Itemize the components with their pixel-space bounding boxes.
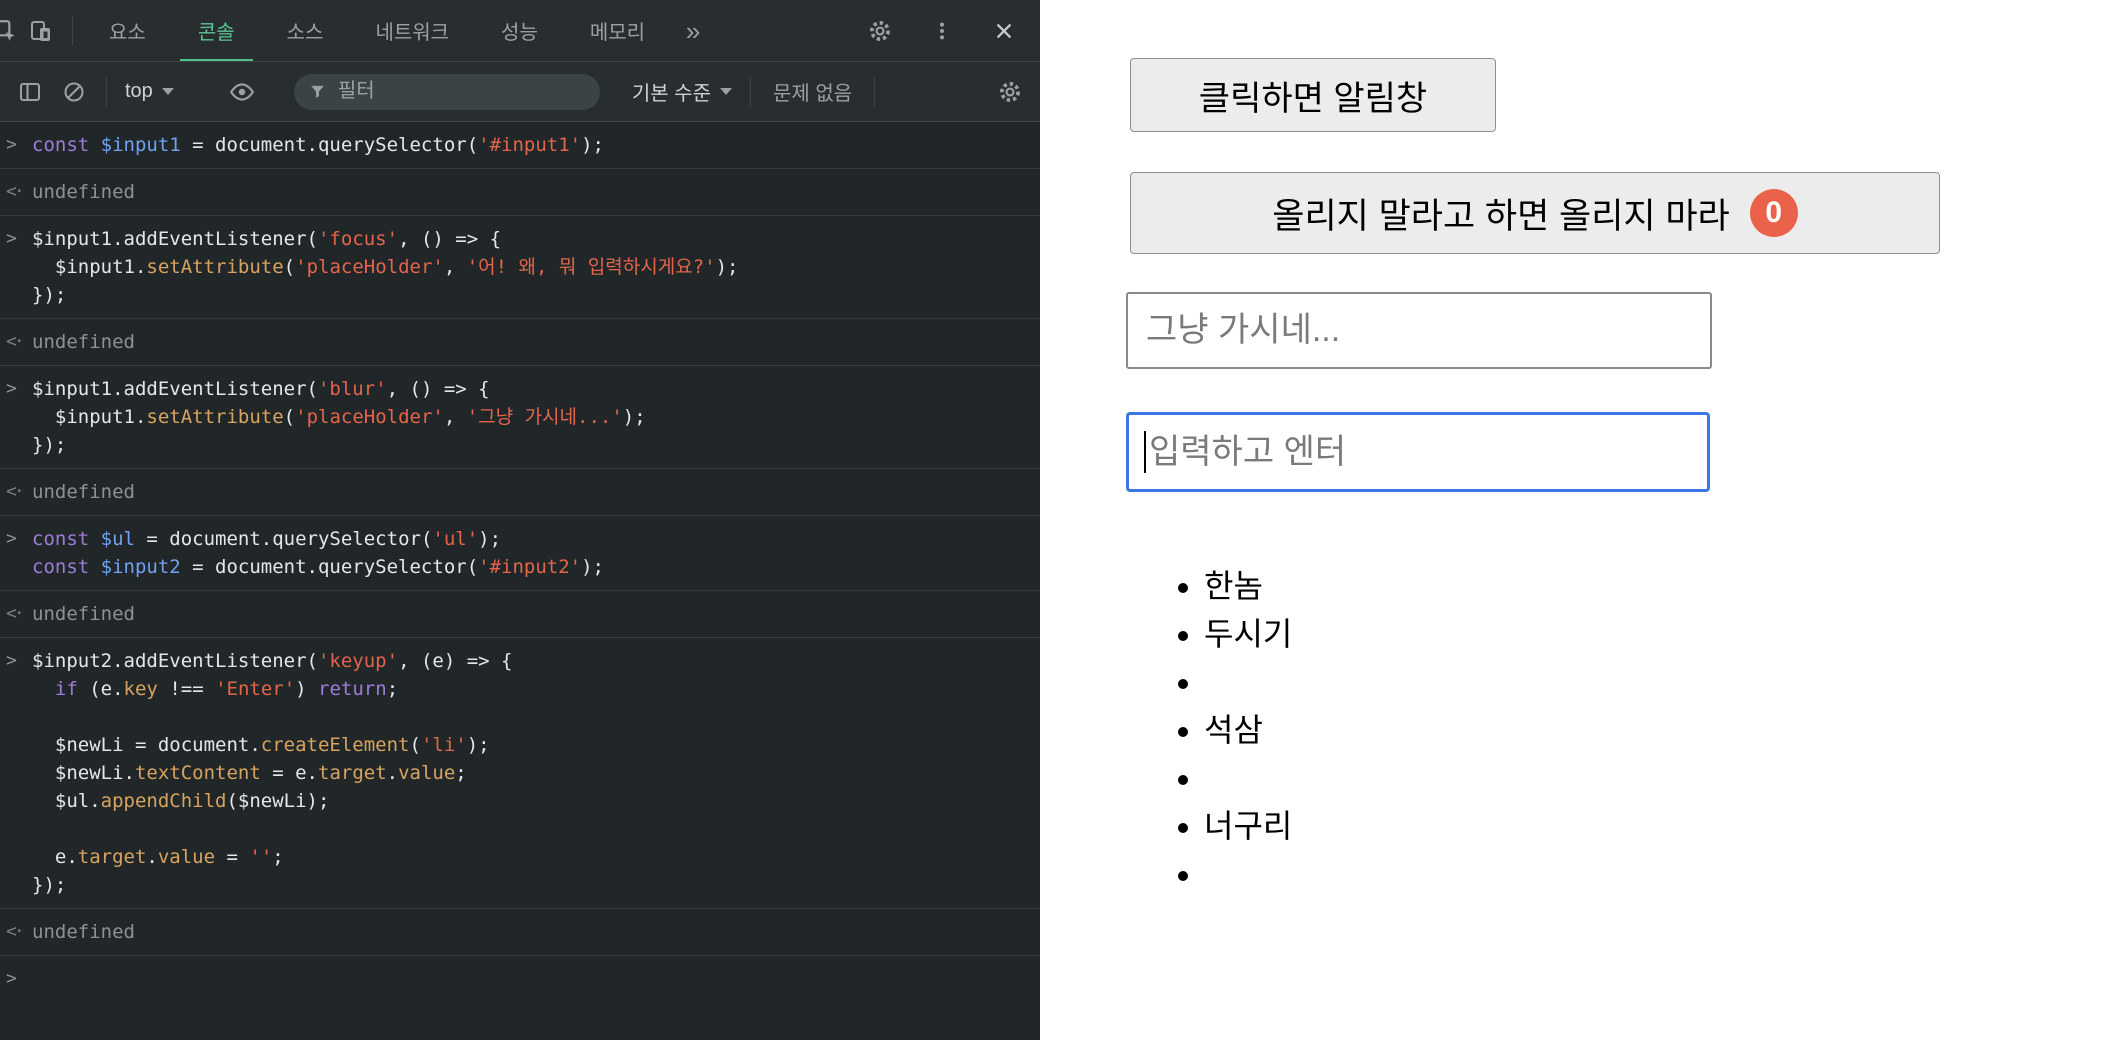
tab-sources[interactable]: 소스 [261,0,350,61]
result-marker-icon: <· [6,603,25,624]
prompt-marker-icon: > [6,134,17,155]
tab-memory[interactable]: 메모리 [564,0,671,61]
context-selector[interactable]: top [117,80,182,103]
log-levels-dropdown[interactable]: 기본 수준 [624,77,740,106]
input2-wrapper [1126,412,1710,492]
input1-field[interactable] [1126,292,1712,369]
list-item: 너구리 [1204,802,1292,850]
device-toolbar-icon[interactable] [18,9,62,53]
prompt-marker-icon: > [6,378,17,399]
todo-list: 한놈두시기석삼너구리 [1158,562,1292,898]
devtools-tabbar: 요소 콘솔 소스 네트워크 성능 메모리 » [0,0,1040,62]
prompt-marker-icon: > [6,528,17,549]
tab-console[interactable]: 콘솔 [172,0,261,61]
tab-network[interactable]: 네트워크 [349,0,475,61]
devtools-tab-strip: 요소 콘솔 소스 네트워크 성능 메모리 [83,0,671,61]
console-entry-result: <· undefined [0,319,1040,366]
list-item: 한놈 [1204,562,1292,610]
console-sidebar-icon[interactable] [8,70,52,114]
text-caret [1144,431,1146,473]
console-entry-prompt[interactable]: > [0,956,1040,1002]
console-entry-input: > const $ul = document.querySelector('ul'… [0,516,1040,591]
funnel-icon [310,85,324,98]
counter-button-label: 올리지 말라고 하면 올리지 마라 [1272,196,1730,236]
inspect-element-icon[interactable] [0,9,18,53]
prompt-marker-icon: > [6,228,17,249]
tab-elements[interactable]: 요소 [83,0,172,61]
issues-status: 문제 없음 [772,83,853,105]
list-item [1204,850,1292,898]
divider [106,76,107,107]
result-marker-icon: <· [6,181,25,202]
divider [749,76,751,107]
console-entry-input: > $input1.addEventListener('blur', () => … [0,366,1040,469]
clear-console-icon[interactable] [52,70,96,114]
more-options-icon[interactable] [920,9,964,53]
screen: 요소 콘솔 소스 네트워크 성능 메모리 » top 필터 기본 수준 문제 없… [0,0,2120,1040]
list-item: 두시기 [1204,610,1292,658]
devtools-panel: 요소 콘솔 소스 네트워크 성능 메모리 » top 필터 기본 수준 문제 없… [0,0,1040,1040]
more-tabs-icon[interactable]: » [671,9,715,53]
console-entry-result: <· undefined [0,169,1040,216]
list-item [1204,754,1292,802]
console-entry-result: <· undefined [0,909,1040,956]
input2-field[interactable] [1126,412,1710,492]
prompt-marker-icon: > [6,650,17,671]
console-filter [293,73,600,110]
list-item [1204,658,1292,706]
console-entry-result: <· undefined [0,469,1040,516]
result-marker-icon: <· [6,921,25,942]
console-filter-input[interactable] [337,80,585,103]
chevron-down-icon [719,88,732,95]
console-entry-result: <· undefined [0,591,1040,638]
close-devtools-icon[interactable] [982,9,1026,53]
devtools-controls [858,9,1040,53]
counter-button[interactable]: 올리지 말라고 하면 올리지 마라 0 [1130,172,1940,254]
divider [874,76,876,107]
prompt-marker-icon: > [6,968,17,989]
divider [72,15,73,46]
web-page: 클릭하면 알림창 올리지 말라고 하면 올리지 마라 0 한놈두시기석삼너구리 [1040,0,2120,1040]
counter-badge: 0 [1749,189,1798,237]
console-messages: > const $input1 = document.querySelector(… [0,122,1040,1002]
console-settings-gear-icon[interactable] [988,70,1032,114]
list-item: 석삼 [1204,706,1292,754]
tab-performance[interactable]: 성능 [475,0,564,61]
live-expression-eye-icon[interactable] [220,70,264,114]
result-marker-icon: <· [6,331,25,352]
console-entry-input: > $input1.addEventListener('focus', () =>… [0,216,1040,319]
log-levels-label: 기본 수준 [631,83,711,105]
alert-button[interactable]: 클릭하면 알림창 [1130,58,1496,132]
console-entry-input: > const $input1 = document.querySelector(… [0,122,1040,169]
context-selector-label: top [125,80,153,102]
result-marker-icon: <· [6,481,25,502]
chevron-down-icon [161,88,174,95]
console-entry-input: > $input2.addEventListener('keyup', (e) =… [0,638,1040,909]
console-toolbar: top 기본 수준 문제 없음 [0,62,1040,122]
settings-gear-icon[interactable] [858,9,902,53]
